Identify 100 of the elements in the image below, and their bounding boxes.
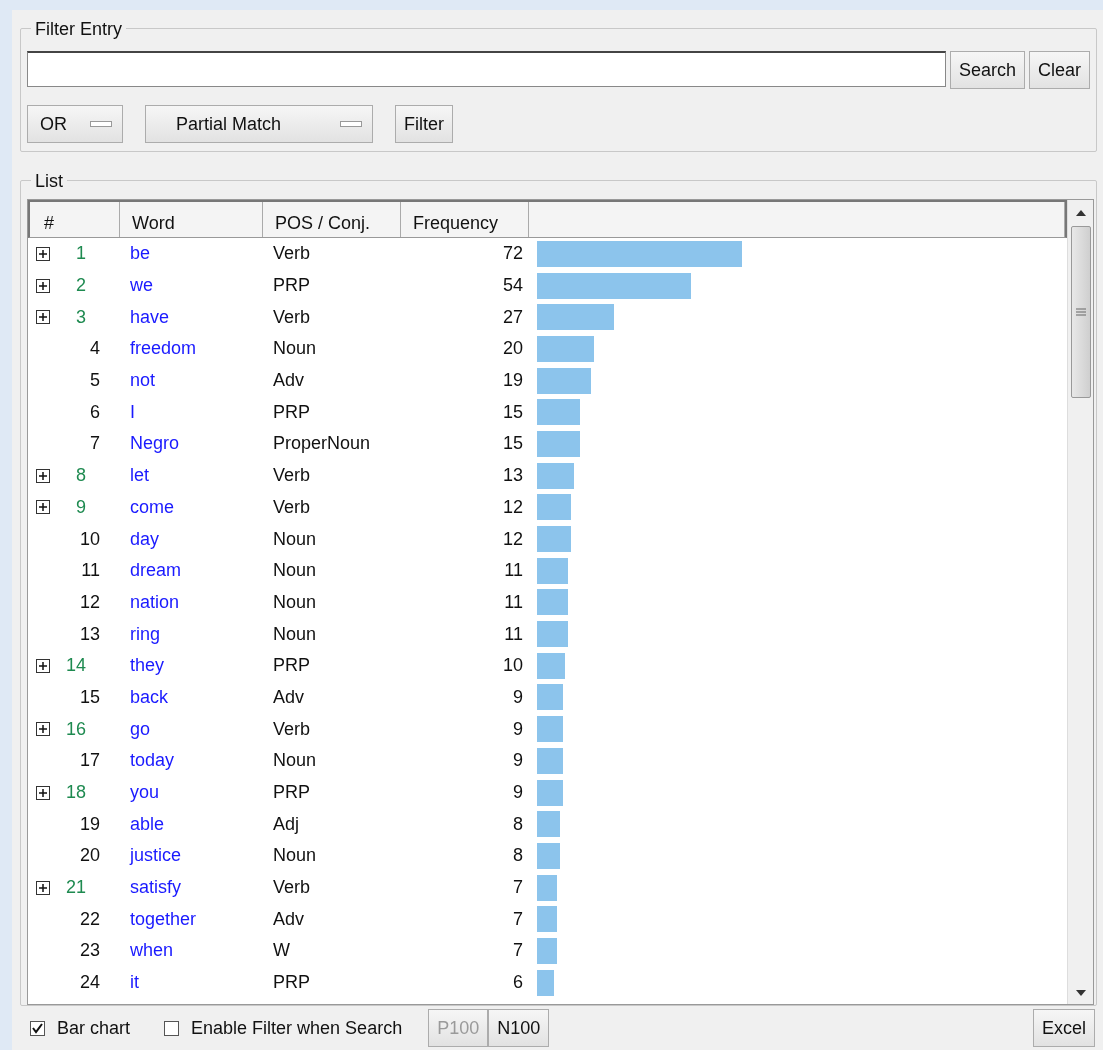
- table-cell-text: 27: [501, 305, 524, 329]
- table-cell-text: 9: [512, 781, 524, 805]
- column-header[interactable]: Word: [120, 202, 263, 237]
- dropdown-indicator-icon: [340, 121, 362, 127]
- table-cell-text: 15: [501, 400, 524, 424]
- word-link[interactable]: have: [118, 303, 261, 331]
- frequency-bar: [537, 874, 557, 901]
- word-link[interactable]: dream: [118, 557, 261, 585]
- word-link[interactable]: I: [118, 398, 261, 426]
- filter-button[interactable]: Filter: [395, 105, 453, 143]
- word-link[interactable]: we: [118, 272, 261, 300]
- word-link[interactable]: satisfy: [118, 874, 261, 902]
- table-cell-text: Verb: [272, 717, 312, 741]
- word-link[interactable]: you: [118, 779, 261, 807]
- clear-button[interactable]: Clear: [1029, 51, 1090, 89]
- row-number: 19: [78, 812, 100, 836]
- frequency-bar: [537, 367, 592, 394]
- table-cell-text: 8: [512, 844, 524, 868]
- word-link[interactable]: justice: [118, 842, 261, 870]
- excel-button[interactable]: Excel: [1033, 1009, 1095, 1047]
- table-cell-text: Noun: [272, 844, 318, 868]
- expand-icon: [36, 785, 50, 800]
- word-link[interactable]: go: [118, 715, 261, 743]
- word-link[interactable]: ring: [118, 620, 261, 648]
- checkbox[interactable]: [164, 1020, 180, 1036]
- frequency-bar: [537, 462, 575, 489]
- table-cell-text: PRP: [272, 654, 311, 678]
- table-cell-text: Verb: [272, 495, 312, 519]
- table-cell-text: W: [272, 939, 291, 963]
- frequency-bar: [537, 430, 580, 457]
- search-field[interactable]: [27, 51, 946, 87]
- column-header[interactable]: Frequency: [401, 202, 529, 237]
- row-number: 1: [75, 242, 86, 266]
- row-number: 21: [64, 876, 86, 900]
- scroll-up-icon: [1074, 208, 1087, 218]
- table-cell-text: 11: [503, 559, 524, 583]
- row-number: 18: [64, 781, 86, 805]
- table-cell-text: 8: [512, 812, 524, 836]
- word-link[interactable]: able: [118, 810, 261, 838]
- table-cell-text: PRP: [272, 971, 311, 995]
- table-cell-text: 9: [512, 749, 524, 773]
- frequency-bar: [537, 906, 557, 933]
- word-link[interactable]: let: [118, 462, 261, 490]
- table-cell-text: Verb: [272, 242, 312, 266]
- frequency-bar: [537, 621, 569, 648]
- word-link[interactable]: come: [118, 493, 261, 521]
- word-link[interactable]: nation: [118, 588, 261, 616]
- frequency-bar: [537, 969, 555, 996]
- expand-icon: [36, 658, 50, 673]
- expand-icon: [36, 500, 50, 515]
- frequency-bar: [537, 811, 560, 838]
- dropdown-indicator-icon: [90, 121, 112, 127]
- table-cell-text: PRP: [272, 274, 311, 298]
- table-cell-text: Verb: [272, 876, 312, 900]
- table-cell-text: 7: [512, 876, 524, 900]
- row-number: 11: [80, 559, 100, 583]
- frequency-bar: [537, 652, 566, 679]
- scrollbar[interactable]: [1067, 200, 1093, 1004]
- scroll-down-icon: [1074, 988, 1087, 998]
- table-cell-text: 11: [503, 622, 524, 646]
- frequency-bar: [537, 589, 569, 616]
- dropdown[interactable]: OR: [27, 105, 123, 143]
- table-cell-text: 7: [512, 907, 524, 931]
- scroll-thumb[interactable]: [1070, 226, 1091, 398]
- word-link[interactable]: back: [118, 683, 261, 711]
- table-cell-text: Verb: [272, 305, 312, 329]
- word-link[interactable]: when: [118, 937, 261, 965]
- table-cell-text: Noun: [272, 622, 318, 646]
- expand-icon: [36, 722, 50, 737]
- frequency-bar: [537, 526, 572, 553]
- search-button[interactable]: Search: [949, 51, 1025, 89]
- dropdown[interactable]: Partial Match: [145, 105, 373, 143]
- frequency-bar: [537, 335, 594, 362]
- checkbox[interactable]: [30, 1020, 45, 1036]
- table-cell-text: ProperNoun: [272, 432, 372, 456]
- table-cell-text: 6: [512, 971, 524, 995]
- row-number: 23: [78, 939, 100, 963]
- next-page-button[interactable]: N100: [488, 1009, 550, 1047]
- word-link[interactable]: Negro: [118, 430, 261, 458]
- word-link[interactable]: day: [118, 525, 261, 553]
- word-link[interactable]: it: [118, 969, 261, 997]
- word-link[interactable]: freedom: [118, 335, 261, 363]
- row-number: 13: [78, 622, 100, 646]
- expand-icon: [36, 468, 50, 483]
- row-number: 10: [78, 527, 100, 551]
- table-cell-text: Noun: [272, 337, 318, 361]
- table-cell-text: 12: [501, 495, 524, 519]
- word-link[interactable]: today: [118, 747, 261, 775]
- column-header[interactable]: #: [30, 202, 120, 237]
- word-link[interactable]: be: [118, 240, 261, 268]
- column-header[interactable]: POS / Conj.: [263, 202, 401, 237]
- checkbox-label: Enable Filter when Search: [191, 1016, 403, 1040]
- table-cell-text: Noun: [272, 590, 318, 614]
- frequency-bar: [537, 494, 572, 521]
- table-cell-text: 7: [512, 939, 524, 963]
- word-link[interactable]: they: [118, 652, 261, 680]
- word-link[interactable]: together: [118, 905, 261, 933]
- word-link[interactable]: not: [118, 367, 261, 395]
- row-number: 24: [78, 971, 100, 995]
- frequency-bar: [537, 716, 563, 743]
